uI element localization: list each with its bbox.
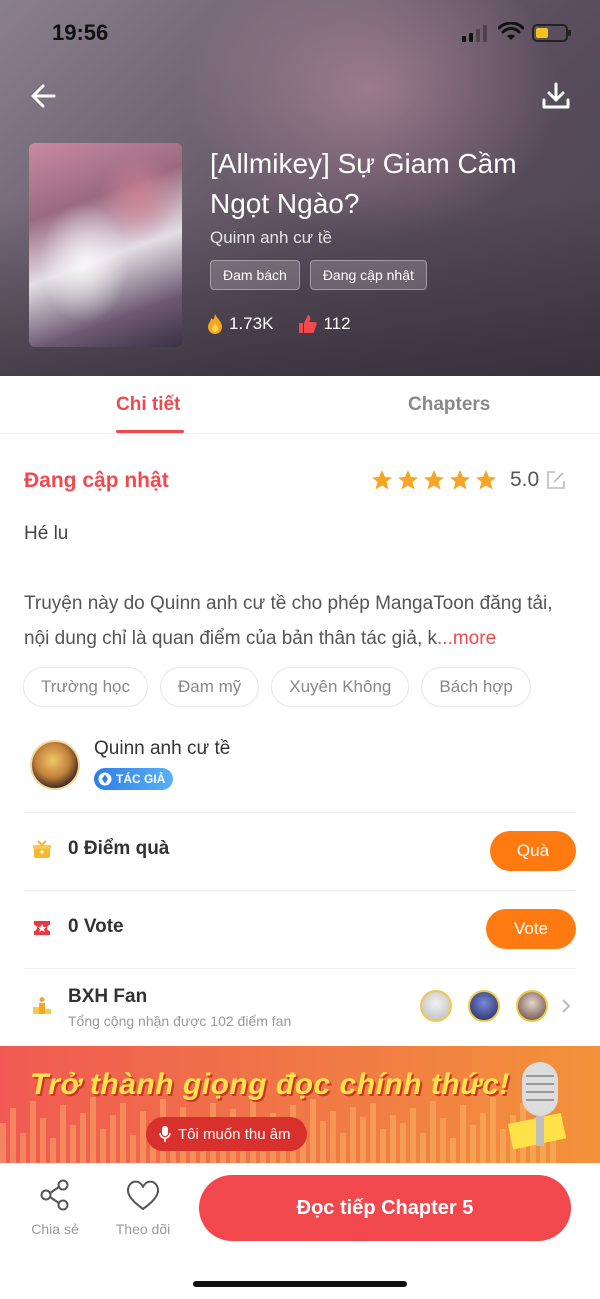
comic-subtitle: Hé lu [24,523,69,544]
edit-rating-icon[interactable] [545,469,567,491]
star-icon [372,470,392,490]
follow-button[interactable]: Theo dõi [108,1177,178,1237]
likes-count: 112 [323,314,351,333]
share-label: Chia sẻ [31,1221,79,1237]
views-count: 1.73K [229,314,274,333]
rating[interactable]: 5.0 [370,468,567,492]
fan-avatar [468,990,500,1022]
record-button-label: Tôi muốn thu âm [178,1125,291,1143]
star-icon [450,470,470,490]
author-card[interactable]: Quinn anh cư tề TÁC GIẢ [30,738,576,812]
heart-icon [126,1180,160,1210]
comic-author[interactable]: Quinn anh cư tề [210,228,332,248]
diamond-icon [98,772,112,786]
tag-list: Trường học Đam mỹ Xuyên Không Bách hợp [23,667,531,707]
comic-title: [Allmikey] Sự Giam Cầm Ngọt Ngào? [210,148,517,219]
record-button[interactable]: Tôi muốn thu âm [146,1117,307,1151]
studio-microphone-icon [508,1062,567,1150]
status-bar: 19:56 [0,0,600,66]
likes-stat: 112 [297,313,351,335]
battery-icon [532,24,571,42]
genre-tags: Đam bách Đang cập nhật [210,260,427,290]
star-icon [476,470,496,490]
more-link[interactable]: ...more [437,628,496,649]
download-icon[interactable] [540,80,572,112]
rating-value: 5.0 [510,468,540,491]
tab-bar: Chi tiết Chapters [0,376,600,434]
author-badge: TÁC GIẢ [94,768,174,790]
fire-icon [208,314,222,334]
podium-icon [33,997,51,1014]
vote-count-label: 0 Vote [68,916,124,937]
vote-button[interactable]: Vote [486,909,576,949]
comic-header: 19:56 [Allmikey] Sự Giam Cầm Ngọt Ngào? … [0,0,600,376]
tab-chapters[interactable]: Chapters [408,394,490,416]
author-badge-label: TÁC GIẢ [116,772,166,786]
tag-chip[interactable]: Đam mỹ [159,667,260,707]
active-tab-indicator [116,430,184,433]
tag-chip[interactable]: Bách hợp [421,667,531,707]
top-fan-avatars [420,990,548,1022]
fan-ranking-title: BXH Fan [68,986,148,1007]
gift-points-label: 0 Điểm quà [68,838,170,859]
chevron-right-icon [562,999,571,1013]
continue-reading-button[interactable]: Đọc tiếp Chapter 5 [199,1175,571,1241]
fan-ranking-subtitle: Tổng cộng nhận được 102 điểm fan [68,1013,292,1029]
bottom-action-bar: Chia sẻ Theo dõi Đọc tiếp Chapter 5 [0,1163,600,1299]
vote-row: 0 Vote Vote [24,890,576,968]
star-icon [424,470,444,490]
tag-chip[interactable]: Trường học [23,667,148,707]
voice-actor-banner[interactable]: Trở thành giọng đọc chính thức! Tôi muốn… [0,1046,600,1163]
gift-row: 0 Điểm quà Quà [24,812,576,890]
star-icon [398,470,418,490]
comic-stats: 1.73K 112 [205,313,351,335]
status-time: 19:56 [52,20,109,45]
follow-label: Theo dõi [115,1221,171,1237]
genre-tag[interactable]: Đam bách [210,260,300,290]
comic-description[interactable]: Truyện này do Quinn anh cư tề cho phép M… [24,586,576,656]
author-name: Quinn anh cư tề [94,738,231,759]
share-icon [40,1179,69,1211]
cellular-signal-icon [462,24,487,42]
comic-cover-image[interactable] [29,143,182,347]
status-tag: Đang cập nhật [309,260,427,290]
home-indicator[interactable] [193,1281,407,1287]
gift-icon [33,840,51,858]
vote-ticket-icon [34,921,50,935]
fan-ranking-row[interactable]: BXH Fan Tổng cộng nhận được 102 điểm fan [24,968,576,1046]
fan-avatar [516,990,548,1022]
share-button[interactable]: Chia sẻ [20,1177,90,1237]
wifi-icon [498,22,524,40]
back-arrow-icon[interactable] [26,78,62,114]
update-status: Đang cập nhật [24,469,169,492]
author-avatar[interactable] [30,740,80,790]
microphone-icon [159,1126,171,1142]
banner-title: Trở thành giọng đọc chính thức! [30,1068,510,1101]
fan-avatar [420,990,452,1022]
tag-chip[interactable]: Xuyên Không [271,667,410,707]
gift-button[interactable]: Quà [490,831,576,871]
tab-details[interactable]: Chi tiết [116,394,180,416]
thumb-up-icon [299,315,318,333]
views-stat: 1.73K [205,313,273,335]
